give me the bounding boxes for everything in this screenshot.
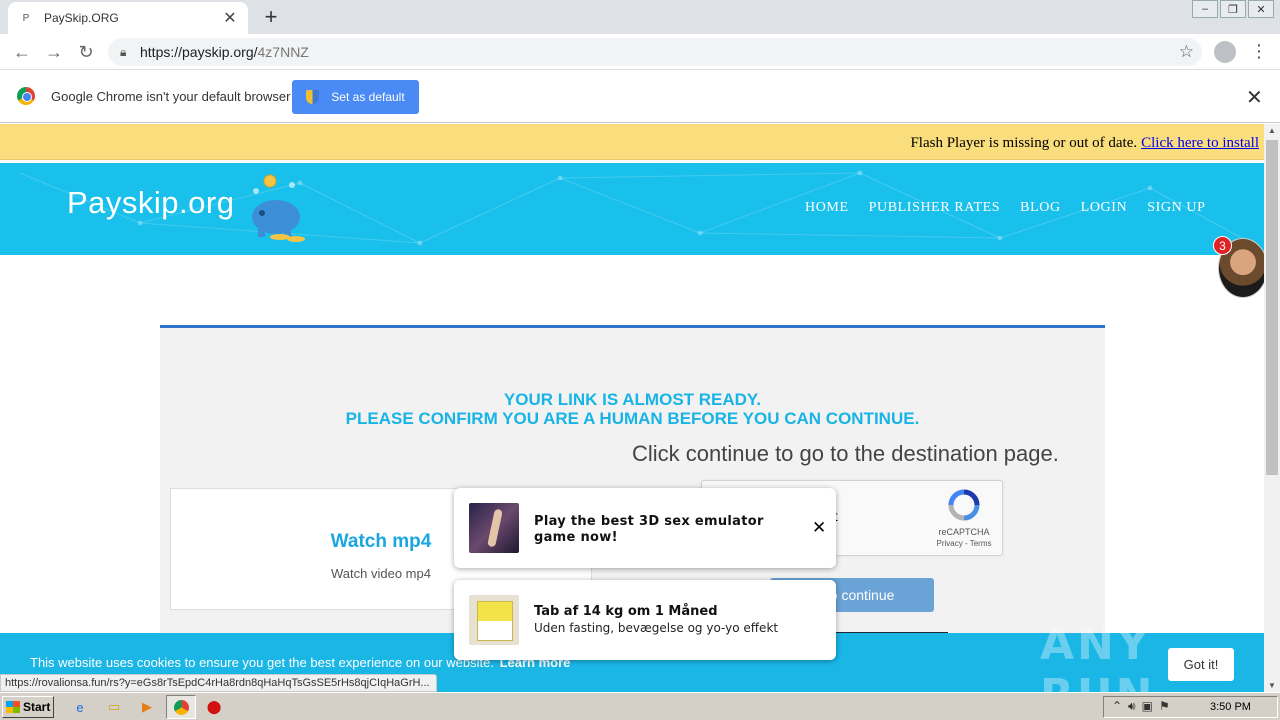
chat-notification-badge: 3 xyxy=(1213,236,1232,255)
popup-title: Tab af 14 kg om 1 Måned xyxy=(534,604,718,619)
restore-icon[interactable]: ❐ xyxy=(1220,0,1246,18)
notification-popup-game[interactable]: Play the best 3D sex emulator game now! … xyxy=(454,488,836,568)
infobar-message: Google Chrome isn't your default browser xyxy=(51,89,291,104)
nav-login[interactable]: LOGIN xyxy=(1081,200,1128,216)
scroll-down-icon[interactable]: ▼ xyxy=(1264,681,1280,690)
forward-arrow-icon[interactable]: → xyxy=(42,40,66,64)
windows-logo-icon xyxy=(6,701,20,713)
opera-icon[interactable]: ⬤ xyxy=(204,697,224,717)
set-default-label: Set as default xyxy=(331,90,405,104)
recaptcha-logo-icon xyxy=(948,489,980,521)
media-player-icon[interactable]: ▶ xyxy=(137,697,157,717)
site-header: Payskip.org HOME PUBLISHER RATES BLOG LO… xyxy=(0,163,1264,255)
watermark-text: ANY RUN xyxy=(1040,619,1152,692)
chrome-taskbar-icon xyxy=(174,700,189,715)
flash-warning-bar: Flash Player is missing or out of date. C… xyxy=(0,124,1264,160)
reload-icon[interactable]: ↻ xyxy=(74,40,98,64)
minimize-icon[interactable]: – xyxy=(1192,0,1218,18)
shield-icon xyxy=(306,90,320,104)
infobar-close-icon[interactable]: ✕ xyxy=(1246,85,1263,110)
game-ad-thumbnail xyxy=(469,503,519,553)
system-tray: ⌃🔊︎▣⚑ 3:50 PM xyxy=(1103,696,1278,718)
flash-message: Flash Player is missing or out of date. xyxy=(910,135,1138,151)
taskbar: Start e ▭ ▶ ⬤ ⌃🔊︎▣⚑ 3:50 PM xyxy=(0,692,1280,720)
url-text[interactable]: https://payskip.org/4z7NNZ xyxy=(140,44,309,60)
notification-popup-diet[interactable]: Tab af 14 kg om 1 Måned Uden fasting, be… xyxy=(454,580,836,660)
scroll-thumb[interactable] xyxy=(1266,140,1278,475)
start-label: Start xyxy=(23,700,51,714)
tab-title: PaySkip.ORG xyxy=(44,11,119,25)
url-host: https://payskip.org/ xyxy=(140,44,258,60)
default-browser-infobar: Google Chrome isn't your default browser… xyxy=(0,71,1280,123)
clock: 3:50 PM xyxy=(1210,701,1251,713)
site-logo-text[interactable]: Payskip.org xyxy=(67,185,234,221)
set-default-button[interactable]: Set as default xyxy=(292,80,419,114)
new-tab-button[interactable]: + xyxy=(258,4,284,30)
url-path: 4z7NNZ xyxy=(257,44,309,60)
cookie-message: This website uses cookies to ensure you … xyxy=(30,655,494,670)
popup-close-icon[interactable]: ✕ xyxy=(812,518,826,538)
popup-title: Play the best 3D sex emulator game now! xyxy=(534,514,764,545)
browser-tab[interactable]: P PaySkip.ORG ✕ xyxy=(8,2,248,34)
ie-icon[interactable]: e xyxy=(70,697,90,717)
piggy-bank-icon xyxy=(252,174,305,242)
scroll-up-icon[interactable]: ▲ xyxy=(1264,126,1280,135)
address-bar[interactable]: 🔒︎ https://payskip.org/4z7NNZ ☆ xyxy=(108,38,1202,66)
site-nav: HOME PUBLISHER RATES BLOG LOGIN SIGN UP xyxy=(805,200,1225,216)
folder-icon[interactable]: ▭ xyxy=(104,697,124,717)
bookmark-star-icon[interactable]: ☆ xyxy=(1179,42,1194,62)
site-favicon-icon: P xyxy=(22,12,30,24)
recaptcha-brand: reCAPTCHA xyxy=(938,527,990,537)
nav-publisher-rates[interactable]: PUBLISHER RATES xyxy=(869,200,1001,216)
destination-instruction: Click continue to go to the destination … xyxy=(632,441,1059,466)
menu-dots-icon[interactable]: ⋮ xyxy=(1250,40,1268,64)
ready-heading-line2: PLEASE CONFIRM YOU ARE A HUMAN BEFORE YO… xyxy=(345,409,920,428)
profile-avatar-icon[interactable] xyxy=(1214,41,1236,63)
page-scrollbar[interactable]: ▲ ▼ xyxy=(1264,124,1280,692)
chrome-logo-icon xyxy=(17,87,35,105)
tray-icons[interactable]: ⌃🔊︎▣⚑ xyxy=(1112,699,1176,714)
tab-close-icon[interactable]: ✕ xyxy=(222,8,238,28)
nav-home[interactable]: HOME xyxy=(805,200,849,216)
ready-heading-line1: YOUR LINK IS ALMOST READY. xyxy=(503,390,762,409)
tab-strip: P PaySkip.ORG ✕ + – ❐ ✕ xyxy=(0,0,1280,34)
anyrun-watermark: ANY RUN xyxy=(1040,611,1240,692)
window-close-icon[interactable]: ✕ xyxy=(1248,0,1274,18)
back-arrow-icon[interactable]: ← xyxy=(10,40,34,64)
status-bar-url: https://rovalionsa.fun/rs?y=eGs8rTsEpdC4… xyxy=(0,674,437,692)
diet-ad-thumbnail xyxy=(469,595,519,645)
lock-icon[interactable]: 🔒︎ xyxy=(120,45,134,60)
nav-sign-up[interactable]: SIGN UP xyxy=(1147,200,1205,216)
flash-install-link[interactable]: Click here to install xyxy=(1141,135,1259,151)
taskbar-chrome-button[interactable] xyxy=(166,695,196,719)
watch-subtitle: Watch video mp4 xyxy=(331,566,431,581)
browser-toolbar: ← → ↻ 🔒︎ https://payskip.org/4z7NNZ ☆ ⋮ xyxy=(0,34,1280,70)
window-controls: – ❐ ✕ xyxy=(1190,0,1274,18)
nav-blog[interactable]: BLOG xyxy=(1020,200,1061,216)
start-button[interactable]: Start xyxy=(2,696,54,718)
chat-widget[interactable]: 3 xyxy=(1213,236,1264,300)
recaptcha-privacy-terms[interactable]: Privacy - Terms xyxy=(924,539,1004,548)
popup-subtitle: Uden fasting, bevægelse og yo-yo effekt xyxy=(534,621,779,635)
